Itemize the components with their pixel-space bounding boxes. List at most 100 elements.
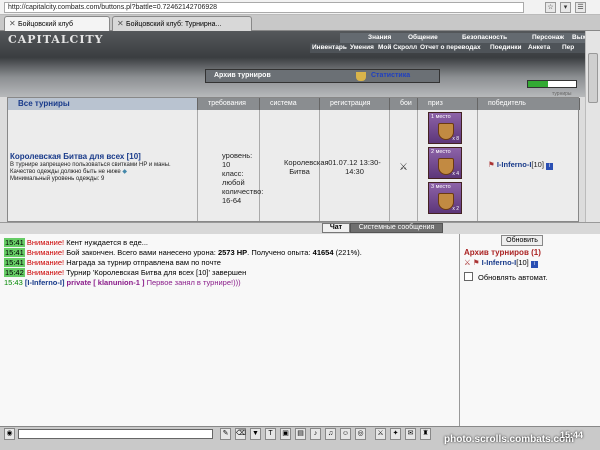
menu-skills[interactable]: Умения — [350, 43, 374, 53]
person-icon[interactable]: ♜ — [420, 428, 431, 440]
game-clock: 15:44 — [560, 430, 584, 440]
prize-2nd[interactable]: 2 место x 4 — [428, 147, 462, 179]
menu-fights[interactable]: Поединки — [490, 43, 522, 53]
col-header-prize: приз — [418, 98, 478, 110]
auto-refresh-checkbox[interactable] — [464, 272, 473, 281]
watermark: photo.scrolls.combats.com — [444, 434, 575, 445]
camera-icon[interactable]: ▣ — [280, 428, 291, 440]
send-icon[interactable]: ✎ — [220, 428, 231, 440]
filter-icon[interactable]: ▼ — [250, 428, 261, 440]
map-icon[interactable]: ✦ — [390, 428, 401, 440]
swords-icon[interactable]: ⚔ — [375, 428, 386, 440]
t-icon[interactable]: T — [265, 428, 276, 440]
chat-input[interactable] — [18, 429, 213, 439]
hp-bar — [527, 80, 577, 88]
chat-line: 15:42 Внимание! Турнир 'Королевская Битв… — [4, 268, 247, 277]
menu-transfer-report[interactable]: Отчет о переводах — [420, 43, 481, 53]
clan-icon: ⚑ — [488, 160, 495, 169]
prize-1st[interactable]: 1 место x 8 — [428, 112, 462, 144]
crossed-swords-icon[interactable]: ⚔ — [399, 162, 408, 173]
menu-transfer[interactable]: Пер — [562, 43, 574, 53]
info-icon[interactable]: i — [530, 261, 538, 268]
tab-tournament[interactable]: ✕ Бойцовский клуб: Турнирна... — [112, 16, 252, 31]
archive-player: ⚔ ⚑ I-Inferno-I[10] i — [464, 258, 538, 268]
chat-log: 15:41 Внимание! Кент нуждается в еде... … — [0, 234, 460, 426]
globe-icon[interactable]: ◉ — [4, 428, 15, 440]
chat-private-target[interactable]: private [ klanunion-1 ] — [67, 278, 145, 287]
menu-my-scroll[interactable]: Мой Скролл — [378, 43, 417, 53]
bookmark-icon[interactable]: ▾ — [560, 2, 571, 13]
book-icon[interactable]: ▤ — [295, 428, 306, 440]
top-menu: Знания Общение Безопасность Персонаж Вых — [340, 33, 586, 43]
chat-line: 15:41 Внимание! Кент нуждается в еде... — [4, 238, 149, 247]
swords-icon: ✕ — [117, 19, 124, 28]
auto-refresh-label: Обновлять автомат. — [478, 273, 548, 282]
menu-inventory[interactable]: Инвентарь — [312, 43, 347, 53]
refresh-button[interactable]: Обновить — [501, 235, 543, 246]
tab-fight-club[interactable]: ✕ Бойцовский клуб — [4, 16, 110, 31]
note-icon[interactable]: ♫ — [325, 428, 336, 440]
chat-line: 15:41 Внимание! Бой закончен. Всего вами… — [4, 248, 362, 257]
settings-icon[interactable]: ☰ — [575, 2, 586, 13]
address-bar[interactable]: http://capitalcity.combats.com/buttons.p… — [4, 2, 524, 13]
scroll-icon[interactable]: ✉ — [405, 428, 416, 440]
req-level: уровень: 10 — [222, 151, 253, 169]
target-icon[interactable]: ◎ — [355, 428, 366, 440]
tab-chat[interactable]: Чат — [322, 223, 350, 233]
chat-sender[interactable]: [I-Inferno-I] — [25, 278, 65, 287]
swords-icon: ✕ — [9, 19, 16, 28]
logo: CAPITALCITY — [8, 33, 104, 46]
clear-icon[interactable]: ⌫ — [235, 428, 246, 440]
registration-cell: 01.07.12 13:30-14:30 — [320, 110, 390, 221]
menu-character[interactable]: Персонаж — [532, 33, 564, 43]
requirements-cell: уровень: 10 класс: любой количество: 16-… — [198, 110, 264, 221]
winner-cell: ⚑ I-Inferno-I[10] i — [478, 110, 580, 221]
tournament-name-link[interactable]: Королевская Битва для всех [10] — [10, 152, 141, 161]
col-header-winner: победитель — [478, 98, 580, 110]
req-class: класс: любой — [222, 169, 245, 187]
tab-system-messages[interactable]: Системные сообщения — [350, 223, 443, 233]
archive-title-bar: Архив турниров Статистика — [205, 69, 440, 83]
winner-entry: ⚑ I-Inferno-I[10] i — [488, 160, 554, 170]
archive-count[interactable]: Архив турниров (1) — [464, 248, 541, 257]
col-header-registration: регистрация — [320, 98, 390, 110]
col-header-fights: бои — [390, 98, 418, 110]
menu-security[interactable]: Безопасность — [462, 33, 507, 43]
winner-name[interactable]: I-Inferno-I — [497, 160, 532, 169]
menu-profile[interactable]: Анкета — [528, 43, 550, 53]
star-icon[interactable]: ☆ — [545, 2, 556, 13]
fights-cell: ⚔ — [390, 110, 418, 221]
menu-exit[interactable]: Вых — [572, 33, 586, 43]
prize-cell: 1 место x 8 2 место x 4 3 место x 2 — [418, 110, 478, 221]
col-header-requirements: требования — [198, 98, 260, 110]
winner-level: [10] — [531, 160, 544, 169]
statistics-link[interactable]: Статистика — [371, 72, 410, 79]
sword-icon: ⚔ — [464, 258, 471, 267]
menu-knowledge[interactable]: Знания — [368, 33, 391, 43]
music-icon[interactable]: ♪ — [310, 428, 321, 440]
side-panel: Архив турниров (1) ⚔ ⚑ I-Inferno-I[10] i… — [460, 234, 600, 426]
smiley-icon[interactable]: ☺ — [340, 428, 351, 440]
chat-line: 15:43 [I-Inferno-I] private [ klanunion-… — [4, 278, 241, 287]
tournament-table: Все турниры требования система регистрац… — [7, 97, 580, 222]
tournament-min-level: Минимальный уровень одежды: 9 — [10, 176, 105, 182]
info-icon[interactable]: i — [546, 163, 554, 170]
tournament-name-cell: Королевская Битва для всех [10] В турнир… — [8, 110, 198, 221]
player-name[interactable]: I-Inferno-I — [482, 258, 517, 267]
col-header-all-tournaments[interactable]: Все турниры — [8, 98, 198, 110]
system-cell: Королевская Битва — [260, 110, 329, 221]
prize-3rd[interactable]: 3 место x 2 — [428, 182, 462, 214]
scroll-thumb[interactable] — [588, 53, 598, 103]
hp-bar-fill — [528, 81, 548, 87]
trophy-icon — [356, 72, 366, 81]
sub-menu: Инвентарь Умения Мой Скролл Отчет о пере… — [310, 43, 585, 53]
menu-communication[interactable]: Общение — [408, 33, 438, 43]
game-header: CAPITALCITY Знания Общение Безопасность … — [0, 31, 586, 97]
quality-icon: ◆ — [122, 169, 127, 175]
tab-strip: ✕ Бойцовский клуб ✕ Бойцовский клуб: Турни… — [0, 15, 600, 31]
req-count: количество: 16-64 — [222, 187, 264, 205]
page-scrollbar[interactable] — [585, 31, 600, 226]
address-bar-area: http://capitalcity.combats.com/buttons.p… — [0, 0, 600, 15]
page-title: Архив турниров — [214, 72, 271, 79]
tournament-description: В турнире запрещено пользоваться свиткам… — [10, 162, 171, 175]
